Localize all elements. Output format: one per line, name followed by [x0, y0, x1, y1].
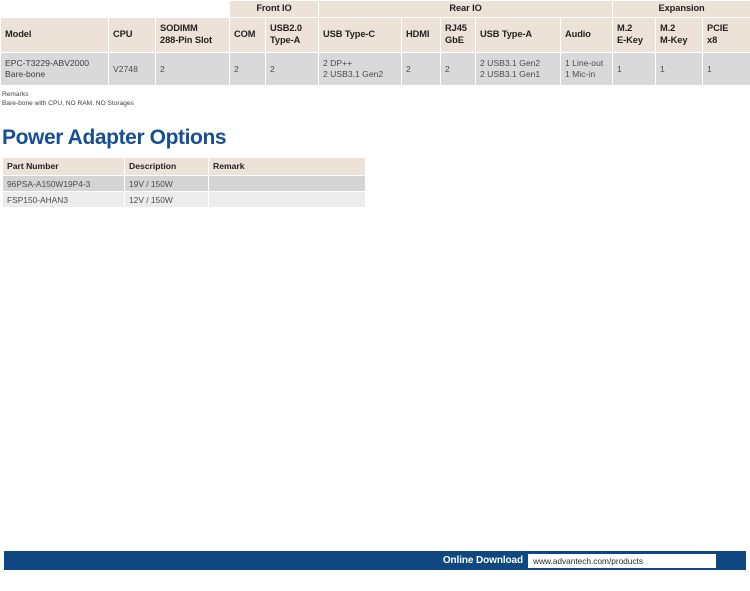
- spec-col-usb-type-c: USB Type-C: [318, 17, 403, 53]
- remarks-block: Remarks Bare-bone with CPU, NO RAM, NO S…: [2, 91, 750, 108]
- power-adapter-header-row: Part Number Description Remark: [2, 157, 366, 177]
- spec-group-rear-io: Rear IO: [318, 0, 614, 18]
- spec-col-hdmi: HDMI: [401, 17, 442, 53]
- table-row: 96PSA-A150W19P4-3 19V / 150W: [2, 175, 366, 193]
- spec-col-m2-m-key: M.2 M-Key: [655, 17, 704, 53]
- spec-group-front-io: Front IO: [228, 0, 320, 18]
- cell-m2-e-key: 1: [612, 52, 657, 86]
- cell-com: 2: [229, 52, 266, 86]
- spec-table-head: Front IO Rear IO Expansion Model CPU SOD…: [0, 0, 750, 53]
- table-row: EPC-T3229-ABV2000 Bare-bone V2748 2 2 2 2…: [0, 52, 750, 86]
- table-row: FSP150-AHAN3 12V / 150W: [2, 191, 366, 209]
- pa-cell-description: 19V / 150W: [124, 175, 209, 193]
- spec-column-header-row: Model CPU SODIMM 288-Pin Slot COM USB2.0 T…: [0, 17, 750, 53]
- remarks-text: Bare-bone with CPU, NO RAM, NO Storages: [2, 99, 134, 107]
- cell-cpu: V2748: [108, 52, 156, 86]
- spec-col-usb-type-a: USB Type-A: [475, 17, 562, 53]
- spec-col-usb20-type-a: USB2.0 Type-A: [264, 17, 320, 53]
- cell-pcie-x8: 1: [702, 52, 750, 86]
- page-title: Power Adapter Options: [2, 126, 227, 150]
- cell-m2-m-key: 1: [655, 52, 704, 86]
- spec-group-blank: [0, 0, 230, 18]
- power-adapter-head: Part Number Description Remark: [2, 157, 366, 177]
- remarks-title: Remarks: [2, 91, 29, 98]
- specification-table: Front IO Rear IO Expansion Model CPU SOD…: [0, 0, 750, 86]
- spec-group-expansion: Expansion: [612, 0, 750, 18]
- power-adapter-table-wrap: Part Number Description Remark 96PSA-A15…: [2, 157, 750, 209]
- cell-audio: 1 Line-out 1 Mic-in: [560, 52, 614, 86]
- spec-col-model: Model: [0, 17, 109, 53]
- spec-group-header-row: Front IO Rear IO Expansion: [0, 0, 750, 18]
- spec-table-body: EPC-T3229-ABV2000 Bare-bone V2748 2 2 2 2…: [0, 52, 750, 86]
- footer-url-text: www.advantech.com/products: [533, 555, 643, 566]
- spec-col-cpu: CPU: [108, 17, 156, 53]
- pa-cell-part-number: 96PSA-A150W19P4-3: [2, 175, 125, 193]
- cell-usb20-type-a: 2: [264, 52, 320, 86]
- spec-col-pcie-x8: PCIE x8: [702, 17, 750, 53]
- pa-cell-description: 12V / 150W: [124, 191, 209, 209]
- pa-col-description: Description: [124, 157, 209, 177]
- cell-usb-type-a: 2 USB3.1 Gen2 2 USB3.1 Gen1: [475, 52, 562, 86]
- pa-cell-part-number: FSP150-AHAN3: [2, 191, 125, 209]
- cell-hdmi: 2: [401, 52, 442, 86]
- pa-col-remark: Remark: [208, 157, 366, 177]
- cell-rj45-gbe: 2: [440, 52, 477, 86]
- spec-col-com: COM: [229, 17, 266, 53]
- footer-online-download-label: Online Download: [442, 555, 523, 566]
- power-adapter-table: Part Number Description Remark 96PSA-A15…: [2, 157, 366, 209]
- pa-cell-remark: [208, 191, 366, 209]
- spec-col-rj45-gbe: RJ45 GbE: [440, 17, 477, 53]
- cell-model: EPC-T3229-ABV2000 Bare-bone: [0, 52, 109, 86]
- cell-usb-type-c: 2 DP++ 2 USB3.1 Gen2: [318, 52, 403, 86]
- spec-col-m2-e-key: M.2 E-Key: [612, 17, 657, 53]
- footer-bar: Online Download www.advantech.com/produc…: [4, 551, 746, 570]
- spec-col-audio: Audio: [560, 17, 614, 53]
- cell-sodimm: 2: [155, 52, 230, 86]
- pa-col-part-number: Part Number: [2, 157, 125, 177]
- power-adapter-body: 96PSA-A150W19P4-3 19V / 150W FSP150-AHAN…: [2, 175, 366, 209]
- footer-url-box[interactable]: www.advantech.com/products: [528, 553, 716, 568]
- pa-cell-remark: [208, 175, 366, 193]
- spec-col-sodimm: SODIMM 288-Pin Slot: [155, 17, 230, 53]
